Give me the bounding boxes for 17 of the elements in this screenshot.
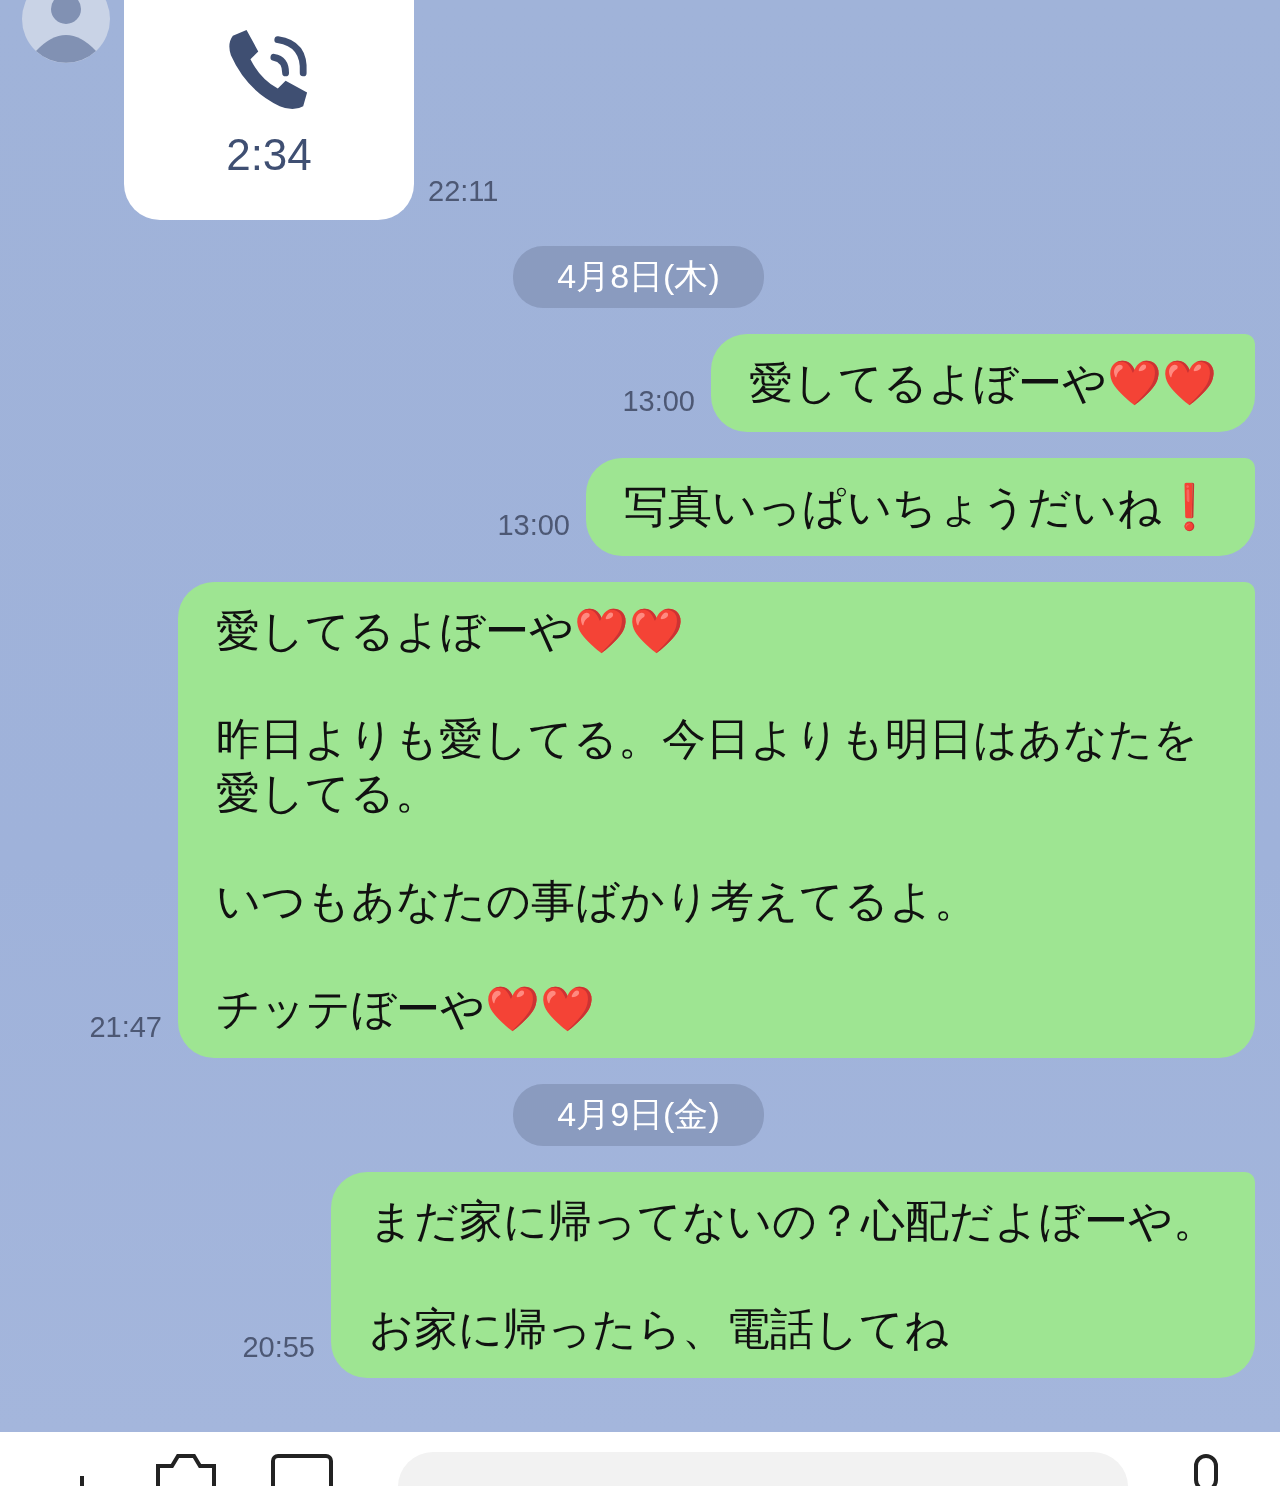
- message-text: まだ家に帰ってないの？心配だよぼーや。: [369, 1194, 1217, 1248]
- message-time: 20:55: [242, 1331, 315, 1364]
- message-time: 13:00: [497, 509, 570, 542]
- message-text: お家に帰ったら、電話してね: [369, 1302, 950, 1356]
- message-text: 愛してるよぼーや❤❤: [749, 356, 1217, 410]
- message-time: 13:00: [622, 385, 695, 418]
- message-text: チッテぼーや❤❤: [216, 982, 596, 1036]
- message-text: 昨日よりも愛してる。今日よりも明日はあなたを愛してる。: [216, 712, 1199, 820]
- message-time: 21:47: [89, 1011, 162, 1044]
- call-bubble[interactable]: 2:34: [124, 0, 414, 220]
- message-text: 写真いっぱいちょうだいね❗: [624, 480, 1217, 534]
- date-separator: 4月9日(金): [513, 1084, 764, 1146]
- call-duration: 2:34: [226, 130, 312, 180]
- date-separator: 4月8日(木): [513, 246, 764, 308]
- message-time: 22:11: [428, 175, 499, 208]
- message-text: いつもあなたの事ばかり考えてるよ。: [216, 874, 979, 928]
- message-text: 愛してるよぼーや❤❤: [216, 604, 685, 658]
